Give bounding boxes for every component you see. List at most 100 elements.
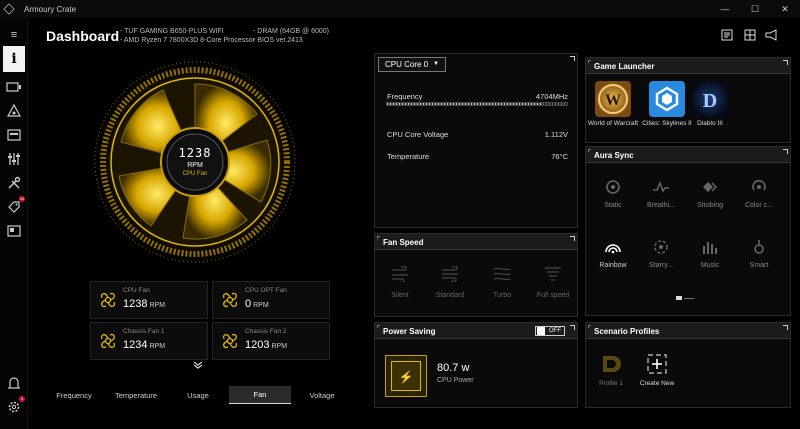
fan-rpm-value: 1234 [123, 339, 148, 351]
fan-name: CPU OPT Fan [245, 287, 287, 294]
aura-effect-breathing[interactable]: Breathi... [637, 178, 685, 209]
fan-card-cpu-fan[interactable]: CPU Fan 1238 RPM [90, 281, 208, 319]
devices-icon[interactable] [3, 76, 25, 98]
create-new-profile-button[interactable]: Create New [635, 352, 679, 387]
frequency-bar-fill [387, 103, 542, 105]
cpu-core-selected: CPU Core 0 [385, 60, 429, 69]
rog-logo-icon [3, 3, 15, 15]
add-icon [645, 352, 669, 376]
settings-icon[interactable]: 1 [3, 396, 25, 418]
game-label: World of Warcraft [587, 120, 639, 127]
close-button[interactable]: ✕ [770, 0, 800, 18]
info-icon[interactable]: i [3, 46, 25, 72]
tab-frequency[interactable]: Frequency [43, 386, 105, 404]
fan-name: CPU Fan [123, 287, 150, 294]
voltage-label: CPU Core Voltage [387, 130, 449, 139]
create-new-label: Create New [639, 380, 675, 387]
diablo-logo-icon: D [692, 81, 728, 117]
breathing-icon [637, 178, 685, 198]
aura-effect-music[interactable]: Music [686, 238, 734, 269]
system-specs-left: TUF GAMING B650-PLUS WIFI AMD Ryzen 7 78… [120, 27, 255, 45]
title-bar: Armoury Crate — ☐ ✕ [0, 0, 800, 18]
page-title: Dashboard [46, 28, 120, 44]
standard-icon [428, 265, 472, 288]
fan-mode-turbo[interactable]: Turbo [480, 266, 524, 299]
report-icon[interactable] [720, 29, 734, 43]
aura-effect-static[interactable]: Static [589, 178, 637, 209]
rainbow-icon [589, 238, 637, 258]
aura-icon[interactable] [3, 100, 25, 122]
fan-rpm-unit: RPM [253, 302, 269, 309]
account-icon[interactable] [3, 372, 25, 394]
tab-usage[interactable]: Usage [167, 386, 229, 404]
gamevisual-icon[interactable] [3, 124, 25, 146]
tools-icon[interactable] [3, 172, 25, 194]
deals-icon[interactable]: 10 [3, 196, 25, 218]
cpu-fan-rpm-value: 1238 [178, 146, 212, 160]
fan-mode-label: Turbo [492, 292, 512, 299]
fan-rpm-value: 1203 [245, 339, 270, 351]
cpu-power-value: 80.7 w [437, 362, 470, 374]
cpu-core-select[interactable]: CPU Core 0 ▼ [378, 57, 446, 72]
turbo-icon [480, 266, 524, 288]
equalizer-icon[interactable] [3, 148, 25, 170]
monitor-tabs: Frequency Temperature Usage Fan Voltage [43, 386, 353, 404]
cpu-name: AMD Ryzen 7 7800X3D 8-Core Processor [120, 36, 255, 45]
game-world-of-warcraft[interactable]: W World of Warcraft [586, 81, 640, 128]
aura-effect-label: Music [700, 262, 720, 269]
fan-mode-label: Standard [435, 292, 465, 299]
fan-mode-label: Full speed [536, 292, 570, 299]
news-icon[interactable] [3, 220, 25, 242]
sidebar: ≡ i 10 1 [0, 18, 28, 429]
fan-card-cpu-opt-fan[interactable]: CPU OPT Fan 0 RPM [212, 281, 330, 319]
tab-temperature[interactable]: Temperature [105, 386, 167, 404]
strobing-icon [686, 178, 734, 198]
full-speed-icon [531, 266, 575, 288]
menu-icon[interactable]: ≡ [3, 24, 25, 46]
app-title: Armoury Crate [24, 4, 77, 14]
temperature-value: 76°C [551, 152, 568, 161]
silent-icon [378, 265, 422, 288]
fan-mode-standard[interactable]: Standard [428, 265, 472, 299]
fan-mode-silent[interactable]: Silent [378, 265, 422, 299]
minimize-button[interactable]: — [710, 0, 740, 18]
aura-effect-smart[interactable]: Smart [735, 238, 783, 269]
dram-info: DRAM (64GB @ 6000) [253, 27, 329, 36]
game-diablo-iii[interactable]: D Diablo III [683, 81, 737, 128]
fan-rpm-unit: RPM [149, 343, 166, 350]
fan-icon [222, 333, 238, 349]
aura-pager[interactable] [676, 296, 694, 300]
game-label: Diablo III [697, 120, 723, 127]
announcement-icon[interactable] [765, 29, 779, 43]
aura-effect-label: Strobing [696, 202, 724, 209]
cpu-info-panel [374, 53, 578, 228]
starry-night-icon [637, 238, 685, 258]
notification-badge: 1 [19, 396, 25, 402]
fan-name: Chassis Fan 1 [123, 328, 165, 335]
maximize-button[interactable]: ☐ [740, 0, 770, 18]
chevron-down-icon[interactable] [191, 360, 205, 374]
aura-effect-strobing[interactable]: Strobing [686, 178, 734, 209]
scenario-profile-1[interactable]: Profile 1 [589, 352, 633, 387]
temperature-label: Temperature [387, 152, 430, 161]
wow-logo-icon: W [595, 81, 631, 117]
fan-rpm-unit: RPM [149, 302, 166, 309]
fan-card-chassis-fan-1[interactable]: Chassis Fan 1 1234 RPM [90, 322, 208, 360]
cpu-fan-rpm-unit: RPM [187, 162, 203, 169]
aura-effect-rainbow[interactable]: Rainbow [589, 238, 637, 269]
aura-effect-starry-night[interactable]: Starry... [637, 238, 685, 269]
aura-effect-label: Starry... [649, 262, 673, 269]
system-specs-right: DRAM (64GB @ 6000) BIOS ver.2413 [253, 27, 329, 45]
power-saving-toggle[interactable]: OFF [535, 326, 565, 336]
aura-effect-color-cycle[interactable]: Color c... [735, 178, 783, 209]
fan-rpm-unit: RPM [271, 343, 288, 350]
scenario-profiles-title: Scenario Profiles [594, 327, 660, 336]
fan-card-chassis-fan-2[interactable]: Chassis Fan 2 1203 RPM [212, 322, 330, 360]
fan-mode-full-speed[interactable]: Full speed [531, 266, 575, 299]
fan-rpm-value: 0 [245, 298, 252, 310]
voltage-value: 1.112V [544, 130, 568, 139]
profile-label: Profile 1 [599, 380, 623, 387]
layout-icon[interactable] [743, 29, 757, 43]
tab-fan[interactable]: Fan [229, 386, 291, 404]
tab-voltage[interactable]: Voltage [291, 386, 353, 404]
